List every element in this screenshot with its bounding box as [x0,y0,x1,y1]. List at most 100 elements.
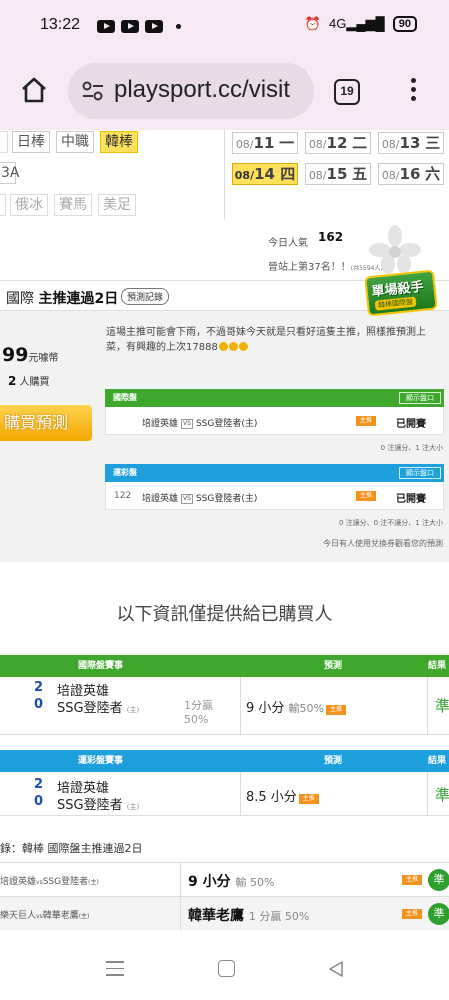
prediction-record-button[interactable]: 預測記錄 [121,288,170,305]
date-month: 08/ [234,169,255,182]
buyers-label: 人購買 [19,377,50,388]
sport-tab-npb[interactable]: 日棒 [12,131,50,153]
show-odds-button[interactable]: 顯示盤口 [399,392,441,404]
table-row: 2 培證英雄 0 SSG登陸者 (主) 8.5 小分 主推 準 [0,772,449,816]
away-score: 2 [34,777,44,792]
date-weekday: 五 [352,165,368,183]
record-vs: vs [36,913,43,920]
divider [427,677,428,735]
match-teams: 培證英雄 VS SSG登陸者(主) [142,491,257,504]
record-pred-value: 9 小分 [188,874,231,890]
date-month: 08/ [381,138,400,151]
home-team: SSG登陸者(主) [195,419,258,429]
site-settings-icon[interactable] [82,81,104,101]
home-nav-icon[interactable] [218,960,235,977]
date-month: 08/ [235,138,254,151]
buy-prediction-button[interactable]: 購買預測 [0,405,92,441]
record-pred-outcome: 1 分贏 50% [248,910,310,923]
divider [180,897,181,931]
home-score: 0 [34,697,44,712]
date-0815[interactable]: 08/15 五 [305,163,371,185]
away-score: 2 [34,680,44,695]
sport-tab-partial-2[interactable] [0,194,6,216]
market-row: 培證英雄 VS SSG登陸者(主) 主推 已開賽 [105,407,444,435]
system-tray: ⏰ 4G▂▄▆█ 90 [305,16,417,32]
sport-tab-cpbl[interactable]: 中職 [56,131,94,153]
home-team: SSG登陸者 (主) [57,794,139,813]
panel-title-prefix: 國際 [6,291,34,307]
buyers-only-title: 以下資訊僅提供給已購買人 [116,604,333,625]
sport-tab-partial[interactable] [0,131,8,153]
panel-header: 國際 主推連過2日 預測記錄 單場殺手 韓棒國際盤 [0,269,449,317]
market-bet-count: 0 注讓分、1 注大小 [380,444,443,452]
single-game-killer-badge: 單場殺手 韓棒國際盤 [364,269,438,317]
browser-menu-icon[interactable] [410,78,418,106]
date-day: 13 [399,134,421,152]
sport-tab-3a[interactable]: 3A [0,162,19,184]
record-home: SSG登陸者 [42,877,89,887]
address-bar[interactable]: playsport.cc/visit [68,63,314,119]
record-away: 樂天巨人 [0,911,37,921]
prediction-panel: 國際 主推連過2日 預測記錄 單場殺手 韓棒國際盤 99元噱幣 2 人購買 購買… [0,269,449,562]
record-row[interactable]: 樂天巨人vs 韓華老鷹 (主) 韓華老鷹 1 分贏 50% 主推 準 [0,896,449,931]
home-tag: (主) [126,706,140,714]
popularity-label: 今日人氣 [268,238,308,249]
more-notifications-icon [176,24,181,29]
away-team: 培證英雄 [142,419,179,429]
url-text[interactable]: playsport.cc/visit [114,76,290,104]
predictor-note: 這場主推可能會下雨，不過哥妹今天就是只看好這隻主推，照樣推預測上菜，有興趣的上次… [106,325,436,355]
date-0816[interactable]: 08/16 六 [378,163,444,185]
record-prediction: 韓華老鷹 1 分贏 50% [188,905,309,925]
main-pick-badge: 主推 [356,491,376,501]
record-home-tag: (主) [78,913,90,920]
market-header: 運彩盤 顯示盤口 [105,464,444,482]
home-team: SSG登陸者 (主) [57,697,139,716]
date-0812[interactable]: 08/12 二 [305,132,371,154]
sport-tab-khl[interactable]: 俄冰 [10,194,48,216]
date-day: 14 [254,165,275,183]
sport-tab-kbo[interactable]: 韓棒 [100,131,138,153]
game-number: 122 [114,491,132,501]
divider [180,863,181,897]
record-row[interactable]: 培證英雄vsSSG登陸者(主) 9 小分 輸 50% 主推 準 [0,862,449,897]
web-content: 日棒 中職 韓棒 3A 俄冰 賽馬 美足 08/11 一 08/12 二 08/… [0,130,449,945]
date-0811[interactable]: 08/11 一 [232,132,298,154]
home-icon[interactable] [20,76,48,104]
note-text: 這場主推可能會下雨，不過哥妹今天就是只看好這隻主推，照樣推預測上菜，有興趣的上次… [106,327,426,353]
youtube-icon [97,20,115,33]
tab-switcher-button[interactable]: 19 [334,79,360,105]
buyers-count: 2 人購買 [8,373,50,388]
divider [224,130,225,220]
results-table-lottery: 運彩盤賽事 預測 結果 2 培證英雄 0 SSG登陸者 (主) 8.5 小分 主推… [0,750,449,816]
date-0813[interactable]: 08/13 三 [378,132,444,154]
market-bet-count: 0 注讓分、0 注不讓分、1 注大小 [338,519,443,527]
price: 99元噱幣 [2,344,58,366]
header-result: 結果 [428,756,447,766]
record-pred-outcome: 輸 50% [235,876,275,889]
vs-icon: VS [181,419,193,429]
system-nav-bar [0,945,449,1000]
market-title: 運彩盤 [113,468,137,477]
date-month: 08/ [381,169,400,182]
browser-toolbar: playsport.cc/visit 19 [0,52,449,130]
youtube-icon [121,20,139,33]
date-weekday: 四 [280,165,296,183]
voucher-note: 今日有人使用兌換券觀看您的預測 [323,539,443,548]
date-0814[interactable]: 08/14 四 [232,163,298,185]
sport-tab-nfl[interactable]: 美足 [98,194,136,216]
main-pick-badge: 主推 [326,705,346,715]
show-odds-button[interactable]: 顯示盤口 [399,467,441,479]
recents-icon[interactable] [106,961,124,977]
result-correct: 準 [435,697,449,715]
sport-tab-horse[interactable]: 賽馬 [54,194,92,216]
back-icon[interactable] [326,959,346,979]
record-pred-value: 韓華老鷹 [188,908,244,924]
record-title: 錄：韓棒 國際盤主推連過2日 [0,842,143,855]
divider [427,772,428,816]
popularity-value: 162 [318,230,344,244]
date-day: 15 [326,165,348,183]
flower-decoration-icon [369,225,421,274]
result-correct-icon: 準 [428,903,449,925]
main-pick-badge: 主推 [402,909,422,919]
handicap-result: 1分贏 50% [184,699,213,727]
